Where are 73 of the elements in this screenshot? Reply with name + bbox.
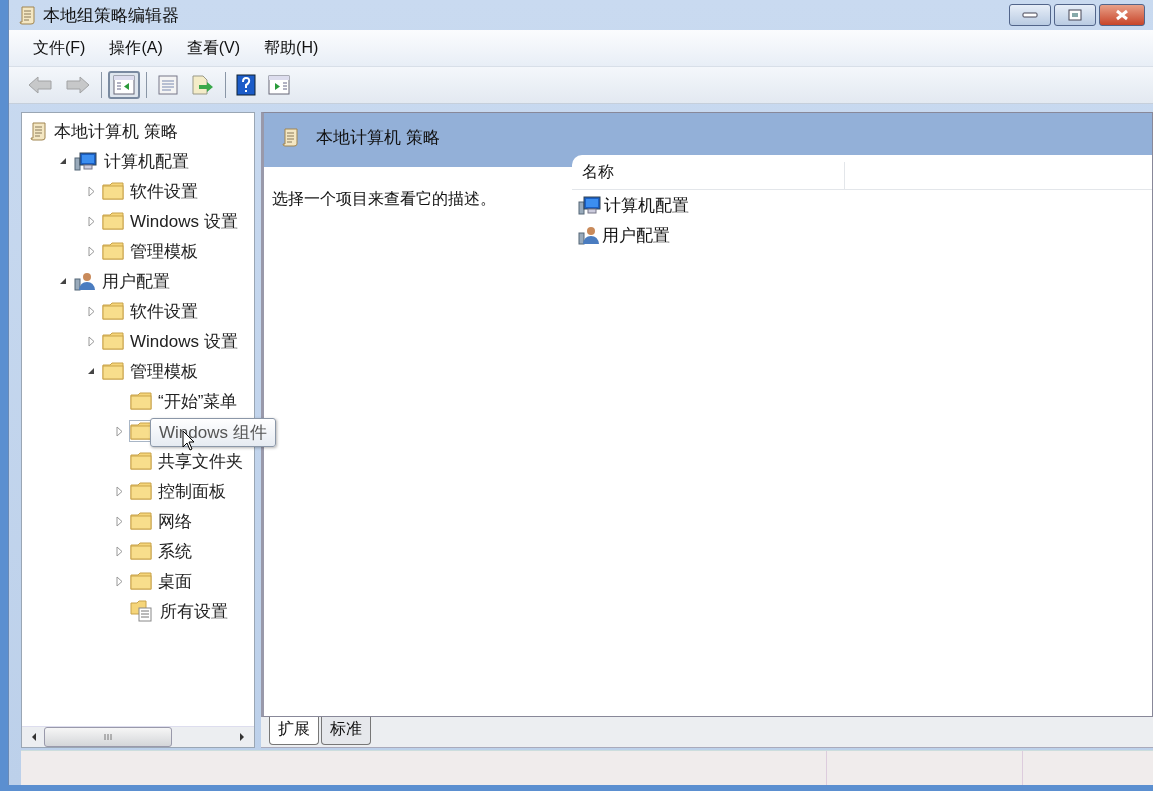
folder-icon [102, 361, 124, 381]
folder-list-icon [130, 600, 154, 622]
folder-icon [130, 511, 152, 531]
menu-item[interactable]: 查看(V) [174, 33, 253, 63]
column-header[interactable]: 名称 [572, 162, 845, 189]
description-text: 选择一个项目来查看它的描述。 [271, 189, 497, 209]
folder-icon [130, 451, 152, 471]
folder-icon [130, 481, 152, 501]
user-icon [74, 271, 96, 291]
scroll-icon [30, 121, 48, 141]
folder-icon [130, 541, 152, 561]
tree-item[interactable]: 桌面 [158, 569, 192, 593]
tooltip: Windows 组件 [150, 418, 276, 447]
tree-item[interactable]: 网络 [158, 509, 192, 533]
window-title: 本地组策略编辑器 [43, 4, 179, 27]
tree-item[interactable]: Windows 设置 [130, 209, 238, 233]
scroll-left-icon[interactable] [30, 732, 38, 742]
tree-item[interactable]: 共享文件夹 [158, 449, 243, 473]
computer-icon [578, 195, 602, 215]
folder-icon [130, 391, 152, 411]
close-button[interactable] [1099, 4, 1145, 26]
tree-item[interactable]: 用户配置 [102, 269, 170, 293]
maximize-icon [1068, 9, 1082, 21]
tree-item[interactable]: 系统 [158, 539, 192, 563]
pane-toggle-icon[interactable] [108, 71, 140, 99]
expanded-arrow-icon[interactable] [86, 367, 96, 375]
collapsed-arrow-icon[interactable] [114, 485, 124, 497]
list-item[interactable]: 用户配置 [602, 223, 670, 247]
scroll-right-icon[interactable] [238, 732, 246, 742]
view-tab[interactable]: 标准 [321, 717, 371, 745]
folder-icon [102, 211, 124, 231]
scroll-icon [282, 127, 300, 147]
collapsed-arrow-icon[interactable] [86, 215, 96, 227]
folder-icon [102, 301, 124, 321]
expanded-arrow-icon[interactable] [58, 157, 68, 165]
tree-item[interactable]: 管理模板 [130, 359, 198, 383]
close-icon [1114, 9, 1130, 21]
view-tab[interactable]: 扩展 [269, 717, 319, 745]
collapsed-arrow-icon[interactable] [86, 185, 96, 197]
folder-icon [102, 181, 124, 201]
tree-item[interactable]: 本地计算机 策略 [54, 119, 178, 143]
tree-item[interactable]: 管理模板 [130, 239, 198, 263]
tree-item[interactable]: 控制面板 [158, 479, 226, 503]
tree-item[interactable]: “开始”菜单 [158, 389, 238, 413]
user-icon [578, 225, 600, 245]
expanded-arrow-icon[interactable] [58, 277, 68, 285]
scroll-thumb[interactable] [44, 727, 172, 747]
menu-item[interactable]: 帮助(H) [252, 33, 331, 63]
collapsed-arrow-icon[interactable] [114, 515, 124, 527]
menu-item[interactable]: 文件(F) [21, 33, 98, 63]
collapsed-arrow-icon[interactable] [114, 545, 124, 557]
panel-heading: 本地计算机 策略 [316, 126, 440, 149]
horizontal-scrollbar[interactable] [22, 726, 254, 747]
tree-item[interactable]: 计算机配置 [104, 149, 189, 173]
minimize-icon [1022, 11, 1038, 19]
tree-item[interactable]: 软件设置 [130, 299, 198, 323]
minimize-button[interactable] [1009, 4, 1051, 26]
collapsed-arrow-icon[interactable] [86, 245, 96, 257]
scroll-icon [19, 5, 37, 25]
folder-icon [102, 331, 124, 351]
menu-item[interactable]: 操作(A) [97, 33, 175, 63]
collapsed-arrow-icon[interactable] [86, 335, 96, 347]
collapsed-arrow-icon[interactable] [114, 425, 124, 437]
collapsed-arrow-icon[interactable] [86, 305, 96, 317]
folder-icon [130, 571, 152, 591]
tree-item[interactable]: 软件设置 [130, 179, 198, 203]
tree-item[interactable]: 所有设置 [160, 599, 228, 623]
computer-icon [74, 151, 98, 171]
list-item[interactable]: 计算机配置 [604, 193, 689, 217]
folder-icon [102, 241, 124, 261]
tree-item[interactable]: Windows 设置 [130, 329, 238, 353]
collapsed-arrow-icon[interactable] [114, 575, 124, 587]
maximize-button[interactable] [1054, 4, 1096, 26]
